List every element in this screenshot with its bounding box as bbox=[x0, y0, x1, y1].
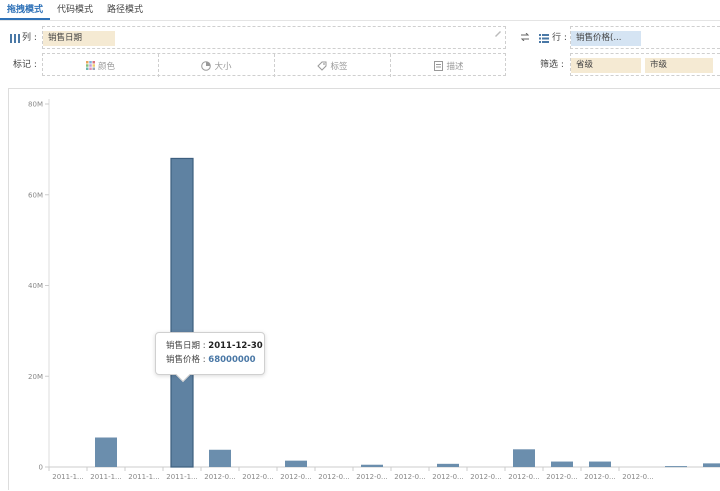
chart-area: 0 20M 40M 60M 80M 2011-1... 2011-1... 2011-1...… bbox=[8, 88, 720, 490]
bar-chart: 0 20M 40M 60M 80M 2011-1... 2011-1... 2011-1...… bbox=[28, 99, 720, 481]
bar[interactable] bbox=[95, 437, 117, 467]
marks-size-label: 大小 bbox=[214, 61, 232, 72]
marks-dropzone: 颜色 大小 标签 描述 bbox=[42, 53, 507, 77]
mode-tabbar: 拖拽模式 代码模式 路径模式 bbox=[0, 0, 720, 21]
marks-size-button[interactable]: 大小 bbox=[159, 54, 275, 77]
swap-axes-icon[interactable] bbox=[520, 33, 530, 41]
y-tick-label: 0 bbox=[39, 464, 43, 472]
bar[interactable] bbox=[437, 463, 459, 467]
color-grid-icon bbox=[85, 61, 95, 70]
tag-icon bbox=[317, 61, 327, 71]
rows-shelf-label: 行 : bbox=[552, 33, 567, 43]
marks-tag-label: 标签 bbox=[330, 61, 348, 72]
bar[interactable] bbox=[703, 463, 720, 467]
bar[interactable] bbox=[551, 461, 573, 467]
columns-icon bbox=[10, 33, 20, 43]
columns-dropzone[interactable]: 销售日期 bbox=[42, 26, 506, 49]
y-tick-label: 20M bbox=[28, 373, 43, 381]
shelf-row-marks-filters: 标记 : 颜色 大小 标签 描述 筛选: 省级 市级 bbox=[0, 53, 720, 77]
marks-tag-button[interactable]: 标签 bbox=[275, 54, 391, 77]
filter-pill-province[interactable]: 省级 bbox=[571, 58, 641, 73]
bar-tooltip: 销售日期 : 2011-12-30 销售价格 : 68000000 bbox=[155, 332, 265, 383]
x-tick-label: 2012-0... bbox=[204, 473, 235, 481]
x-tick-label: 2011-1... bbox=[128, 473, 159, 481]
description-icon bbox=[434, 60, 444, 71]
filter-dropzone[interactable]: 省级 市级 bbox=[570, 53, 720, 76]
columns-shelf-label-wrap: 列 : bbox=[10, 30, 37, 46]
rows-pill-sales-price[interactable]: 销售价格(... bbox=[571, 31, 641, 46]
bar[interactable] bbox=[285, 460, 307, 467]
tooltip-date-label: 销售日期 : bbox=[166, 341, 209, 351]
marks-description-label: 描述 bbox=[446, 61, 464, 72]
x-tick-label: 2012-0... bbox=[546, 473, 577, 481]
bar[interactable] bbox=[665, 466, 687, 468]
tooltip-price-value: 68000000 bbox=[208, 355, 256, 365]
edit-icon[interactable] bbox=[494, 29, 502, 37]
marks-description-button[interactable]: 描述 bbox=[391, 54, 507, 77]
filter-shelf-label: 筛选 : bbox=[540, 60, 564, 70]
x-tick-label: 2012-0... bbox=[432, 473, 463, 481]
tab-drag-mode[interactable]: 拖拽模式 bbox=[0, 0, 51, 20]
y-tick-label: 80M bbox=[28, 101, 43, 109]
tab-code-mode[interactable]: 代码模式 bbox=[50, 0, 100, 20]
rows-dropzone[interactable]: 销售价格(... bbox=[570, 26, 720, 49]
x-tick-label: 2012-0... bbox=[508, 473, 539, 481]
rows-icon bbox=[539, 33, 549, 43]
x-tick-label: 2012-0... bbox=[584, 473, 615, 481]
x-tick-label: 2012-0... bbox=[318, 473, 349, 481]
tab-path-mode[interactable]: 路径模式 bbox=[100, 0, 150, 20]
x-tick-label: 2012-0... bbox=[394, 473, 425, 481]
x-tick-label: 2011-1... bbox=[166, 473, 197, 481]
x-tick-label: 2012-0... bbox=[356, 473, 387, 481]
shelf-row-columns-rows: 列 : 销售日期 行 : 销售价格(... bbox=[0, 26, 720, 50]
bar[interactable] bbox=[361, 464, 383, 467]
tooltip-date-line: 销售日期 : 2011-12-30 bbox=[166, 339, 263, 353]
bar[interactable] bbox=[209, 449, 231, 467]
tooltip-price-line: 销售价格 : 68000000 bbox=[166, 353, 256, 367]
x-tick-label: 2012-0... bbox=[242, 473, 273, 481]
filter-pill-city[interactable]: 市级 bbox=[645, 58, 713, 73]
y-tick-label: 40M bbox=[28, 282, 43, 290]
tooltip-price-label: 销售价格 : bbox=[166, 355, 209, 365]
size-icon bbox=[201, 60, 212, 71]
y-tick-label: 60M bbox=[28, 191, 43, 199]
marks-color-button[interactable]: 颜色 bbox=[43, 54, 159, 77]
bar[interactable] bbox=[589, 461, 611, 467]
x-tick-label: 2011-1... bbox=[90, 473, 121, 481]
rows-shelf-label-wrap: 行 : bbox=[539, 30, 567, 46]
x-tick-label: 2012-0... bbox=[622, 473, 653, 481]
marks-color-label: 颜色 bbox=[97, 61, 115, 72]
marks-shelf-label: 标记 : bbox=[13, 60, 37, 70]
columns-pill-sales-date[interactable]: 销售日期 bbox=[43, 31, 115, 46]
x-tick-label: 2012-0... bbox=[470, 473, 501, 481]
x-tick-label: 2012-0... bbox=[280, 473, 311, 481]
tooltip-date-value: 2011-12-30 bbox=[208, 341, 263, 351]
x-tick-label: 2011-1... bbox=[52, 473, 83, 481]
bar[interactable] bbox=[170, 157, 194, 468]
bar[interactable] bbox=[513, 449, 535, 467]
columns-shelf-label: 列 : bbox=[22, 33, 37, 43]
